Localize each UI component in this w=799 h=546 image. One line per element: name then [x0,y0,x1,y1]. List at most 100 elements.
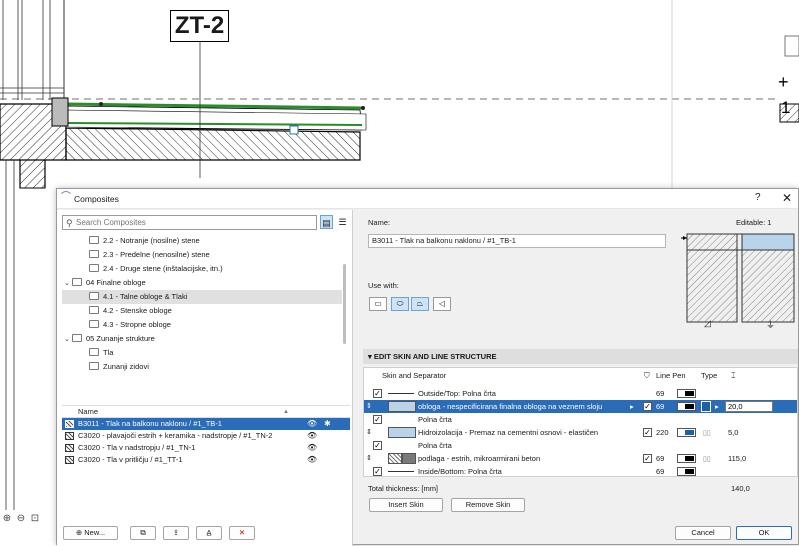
remove-skin-button[interactable]: Remove Skin [451,498,525,512]
tree-item[interactable]: Zunanji zidovi [89,360,149,374]
type-arrow-icon[interactable]: ▸ [715,400,719,413]
skin-checkbox[interactable]: ✓ [643,402,652,411]
list-item[interactable]: C3020 - Tla v nadstropju / #1_TN-1 👁 [62,442,350,454]
expand-chevron-icon[interactable]: ⌄ [64,277,72,291]
dialog-titlebar[interactable]: ⌒ Composites ? ✕ [57,189,798,209]
list-view-button[interactable]: ☰ [336,215,349,229]
skin-table-row[interactable]: ✓ Inside/Bottom: Polna črta 69 [364,465,797,478]
section-marker-label[interactable]: ZT-2 [170,10,229,42]
thickness-input[interactable]: 20,0 [725,401,773,412]
composite-name-field[interactable]: B3011 - Tlak na balkonu naklonu / #1_TB-… [368,234,666,248]
list-item[interactable]: C3020 - plavajoči estrih + keramika - na… [62,430,350,442]
close-button[interactable]: ✕ [782,191,792,205]
total-thickness-label: Total thickness: [mm] [368,484,439,493]
tree-item[interactable]: ⌄ 04 Finalne obloge [64,276,344,290]
composites-browser: ⚲ ▤ ☰ 2.2 - Notranje (nosilne) stene 2.3… [57,210,353,546]
skin-fill-swatch[interactable] [388,453,402,464]
cancel-button[interactable]: Cancel [675,526,731,540]
tree-item[interactable]: 2.2 - Notranje (nosilne) stene [89,234,200,248]
wall-icon: ▭ [374,299,382,308]
visibility-icon[interactable]: 👁 [307,442,317,454]
separator-line-icon [388,471,414,472]
skin-table-row[interactable]: ✓ Polna črta [364,439,797,452]
edit-skin-section-header[interactable]: ▾ EDIT SKIN AND LINE STRUCTURE [363,349,798,364]
search-box[interactable]: ⚲ [62,215,317,230]
favorite-icon[interactable]: ✱ [324,418,331,430]
tree-scrollbar[interactable] [343,264,346,344]
header-skin-and-separator: Skin and Separator [382,371,447,380]
skin-table-row-selected[interactable]: ⇕ obloga - nespecificirana finalna oblog… [364,400,797,413]
tree-item[interactable]: 2.4 - Druge stene (inštalacijske, itn.) [89,262,223,276]
drag-handle-icon[interactable]: ⇕ [366,426,372,439]
pen-color-swatch[interactable] [677,402,696,411]
skin-fill-swatch[interactable] [388,427,416,438]
tree-item[interactable]: Tla [89,346,113,360]
use-with-slab-toggle[interactable]: ⏢ [411,297,429,311]
line-checkbox[interactable]: ✓ [373,389,382,398]
skin-table-row[interactable]: ⇕ podlaga - estrih, mikroarmirani beton … [364,452,797,465]
visibility-icon[interactable]: 👁 [307,418,317,430]
drag-handle-icon[interactable]: ⇕ [366,400,372,413]
pen-color-swatch[interactable] [677,454,696,463]
skin-type-core-icon[interactable] [701,401,711,412]
pen-color-swatch[interactable] [677,389,696,398]
line-checkbox[interactable]: ✓ [373,415,382,424]
tree-item[interactable]: 2.3 - Predelne (nenosilne) stene [89,248,210,262]
skin-checkbox[interactable]: ✓ [643,454,652,463]
ok-button[interactable]: OK [736,526,792,540]
zoom-in-icon[interactable]: ⊕ [0,512,14,526]
header-line-pen: Line Pen [656,371,686,380]
pen-color-swatch[interactable] [677,428,696,437]
use-with-shell-toggle[interactable]: ◁ [433,297,451,311]
list-item[interactable]: C3020 - Tla v pritličju / #1_TT-1 👁 [62,454,350,466]
skin-fill-swatch[interactable] [388,401,416,412]
drag-handle-icon[interactable]: ⇕ [366,452,372,465]
tree-item-selected[interactable]: 4.1 - Talne obloge & Tlaki [62,290,342,304]
skin-table-row[interactable]: ✓ Outside/Top: Polna črta 69 [364,387,797,400]
skin-table-row[interactable]: ⇕ Hidroizolacija - Premaz na cementni os… [364,426,797,439]
category-tree: 2.2 - Notranje (nosilne) stene 2.3 - Pre… [62,234,350,406]
beam-preview-icon: ⏚ [766,320,776,330]
duplicate-button[interactable]: ⧉ [130,526,156,540]
folder-icon [89,320,99,328]
folder-view-button[interactable]: ▤ [320,215,333,229]
insert-skin-button[interactable]: Insert Skin [369,498,443,512]
folder-icon [89,362,99,370]
use-with-wall-toggle[interactable]: ▭ [369,297,387,311]
delete-button[interactable]: ✕ [229,526,255,540]
slab-preview-icon: ◿ [704,318,711,328]
dialog-title: Composites [74,194,119,204]
new-composite-button[interactable]: ⊕ New... [63,526,118,540]
import-button[interactable]: ⇪ [163,526,189,540]
visibility-icon[interactable]: 👁 [307,454,317,466]
line-checkbox[interactable]: ✓ [373,441,382,450]
zoom-out-icon[interactable]: ⊖ [14,512,28,526]
composite-preview-drawing [681,233,795,323]
visibility-icon[interactable]: 👁 [307,430,317,442]
tree-item[interactable]: 4.2 - Stenske obloge [89,304,172,318]
skin-checkbox[interactable]: ✓ [643,428,652,437]
folder-view-icon: ▤ [322,218,331,228]
list-view-icon: ☰ [338,217,347,227]
skin-fill-swatch-dark[interactable] [402,453,416,464]
line-checkbox[interactable]: ✓ [373,467,382,476]
help-button[interactable]: ? [755,192,761,203]
use-with-roof-toggle[interactable]: ⬭ [391,297,409,311]
composite-editor: Name: Editable: 1 B3011 - Tlak na balkon… [363,210,798,546]
tree-item[interactable]: ⌄ 05 Zunanje strukture [64,332,155,346]
rename-icon: A̲ [206,528,212,537]
list-header-name[interactable]: Name ▲ [62,406,350,418]
list-item-selected[interactable]: B3011 - Tlak na balkonu naklonu / #1_TB-… [62,418,350,430]
fill-picker-arrow-icon[interactable]: ▸ [630,400,634,413]
tree-item[interactable]: 4.3 - Stropne obloge [89,318,171,332]
hatch-icon [65,444,74,452]
skin-table-row[interactable]: ✓ Polna črta [364,413,797,426]
rename-button[interactable]: A̲ [196,526,222,540]
search-input[interactable] [76,217,314,228]
expand-chevron-icon[interactable]: ⌄ [64,333,72,347]
folder-icon [72,334,82,342]
pen-color-swatch[interactable] [677,467,696,476]
composites-dialog: ⌒ Composites ? ✕ ⚲ ▤ ☰ 2.2 - Notranje (n… [56,188,799,546]
fit-window-icon[interactable]: ⊡ [28,512,42,526]
delete-icon: ✕ [238,528,246,537]
